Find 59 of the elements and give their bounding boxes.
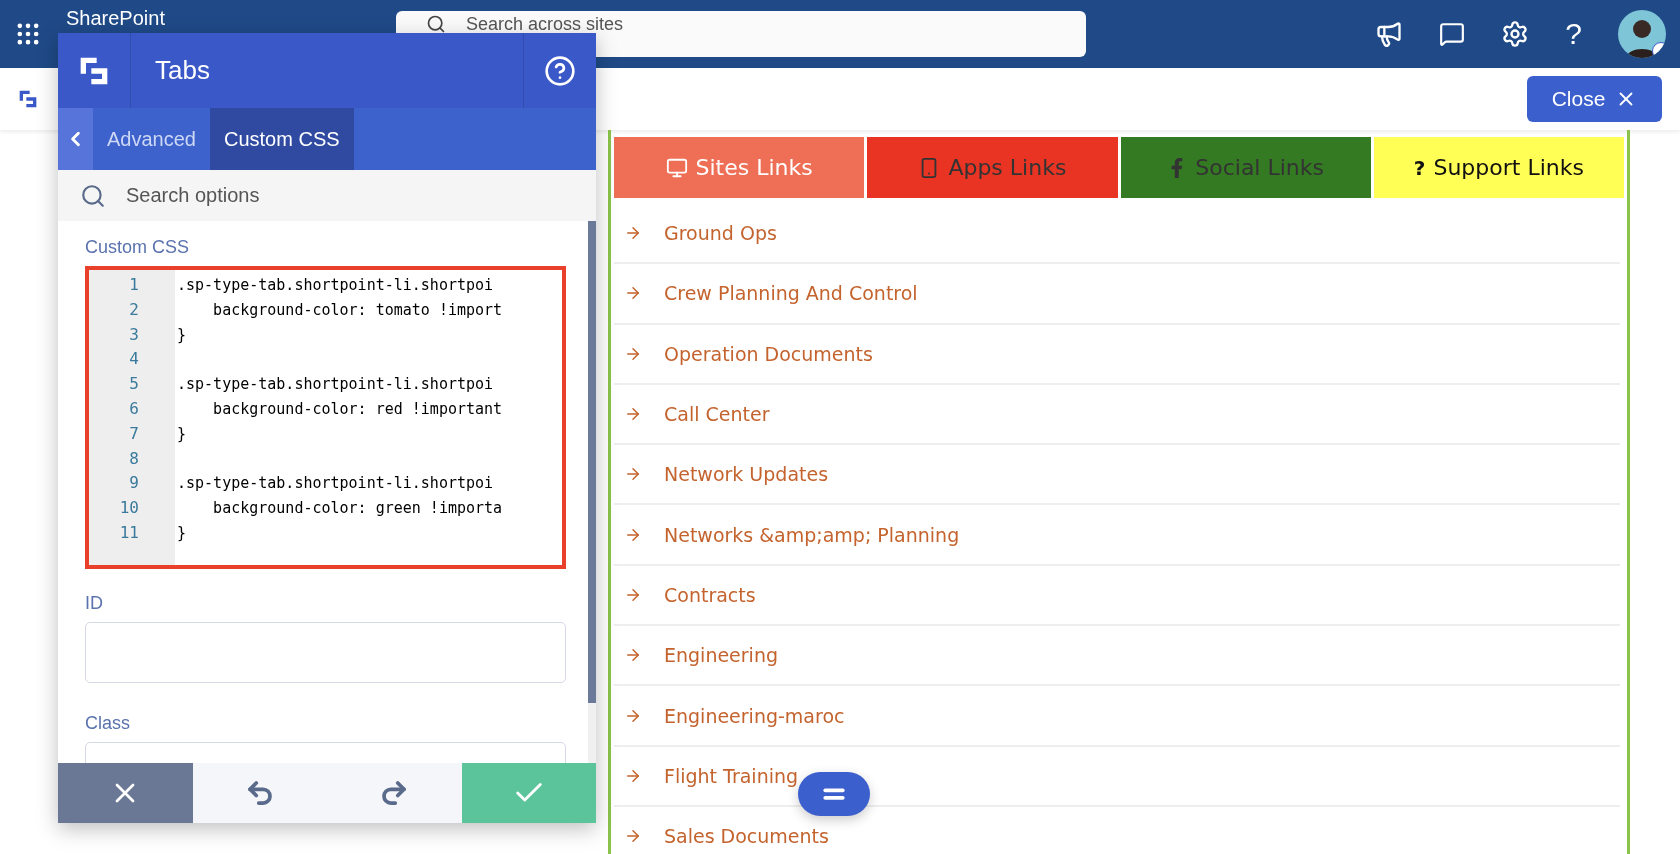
field-label: Class	[85, 713, 131, 734]
link-tab[interactable]: Apps Links	[867, 137, 1118, 198]
logo-icon	[18, 89, 38, 109]
undo-button[interactable]	[192, 763, 327, 823]
app-name: SharePoint	[66, 7, 166, 29]
scrollbar-thumb[interactable]	[588, 221, 596, 704]
code-line: .sp-type-tab.shortpoint-li.shortpoi	[177, 374, 495, 396]
line-number: 11	[118, 521, 140, 544]
code-line: background-color: green !importa	[212, 498, 504, 520]
link-tab[interactable]: ? Support Links	[1373, 137, 1624, 198]
link-item[interactable]: Networks &amp;amp; Planning	[614, 505, 1620, 566]
redo-button[interactable]	[327, 763, 462, 823]
avatar[interactable]	[1618, 10, 1666, 58]
link-item[interactable]: Call Center	[614, 384, 1620, 446]
settings-icon[interactable]	[1501, 20, 1530, 48]
menu-button[interactable]	[798, 772, 870, 816]
search-icon	[80, 182, 106, 209]
link-item[interactable]: Crew Planning And Control	[614, 264, 1620, 325]
code-line: background-color: tomato !import	[212, 299, 504, 321]
line-number: 9	[128, 472, 140, 495]
link-tab[interactable]: Social Links	[1120, 137, 1371, 198]
input-field[interactable]	[85, 622, 566, 683]
field-label: ID	[85, 593, 104, 614]
link-tab[interactable]: Sites Links	[614, 137, 865, 198]
link-item[interactable]: Ground Ops	[614, 204, 1620, 265]
code-line: }	[177, 522, 188, 544]
line-number: 4	[128, 348, 140, 371]
panel-tab[interactable]: Advanced	[93, 108, 210, 170]
back-button[interactable]	[58, 108, 93, 170]
code-line: background-color: red !important	[212, 399, 504, 420]
help-icon	[544, 54, 576, 87]
link-item[interactable]: Operation Documents	[614, 324, 1620, 385]
line-number: 10	[118, 497, 140, 520]
line-number: 8	[128, 447, 140, 470]
monitor-icon	[665, 156, 688, 179]
line-number: 7	[128, 422, 140, 445]
close-button[interactable]: Close	[1527, 76, 1662, 122]
panel-title: Tabs	[154, 55, 211, 86]
line-number: 6	[128, 398, 140, 420]
code-line: .sp-type-tab.shortpoint-li.shortpoi	[177, 275, 495, 296]
help-icon[interactable]: ?	[1565, 17, 1582, 51]
search-options-field[interactable]: Search options	[58, 170, 596, 221]
line-number: 2	[128, 298, 140, 321]
code-editor[interactable]	[85, 266, 566, 569]
search-icon	[426, 14, 446, 34]
link-item[interactable]: Engineering-maroc	[614, 686, 1620, 747]
panel-tab[interactable]: Custom CSS	[209, 108, 354, 170]
line-number: 3	[128, 323, 140, 346]
chat-icon[interactable]	[1439, 21, 1466, 47]
line-number: 1	[128, 274, 140, 296]
megaphone-icon[interactable]	[1375, 20, 1404, 48]
code-line: }	[177, 324, 188, 346]
code-line: }	[177, 423, 188, 445]
link-item[interactable]: Contracts	[614, 565, 1620, 627]
code-line: .sp-type-tab.shortpoint-li.shortpoi	[177, 473, 495, 495]
link-item[interactable]: Engineering	[614, 626, 1620, 687]
link-item[interactable]: Network Updates	[614, 445, 1620, 506]
field-label: Custom CSS	[85, 237, 191, 258]
line-number: 5	[128, 373, 140, 396]
